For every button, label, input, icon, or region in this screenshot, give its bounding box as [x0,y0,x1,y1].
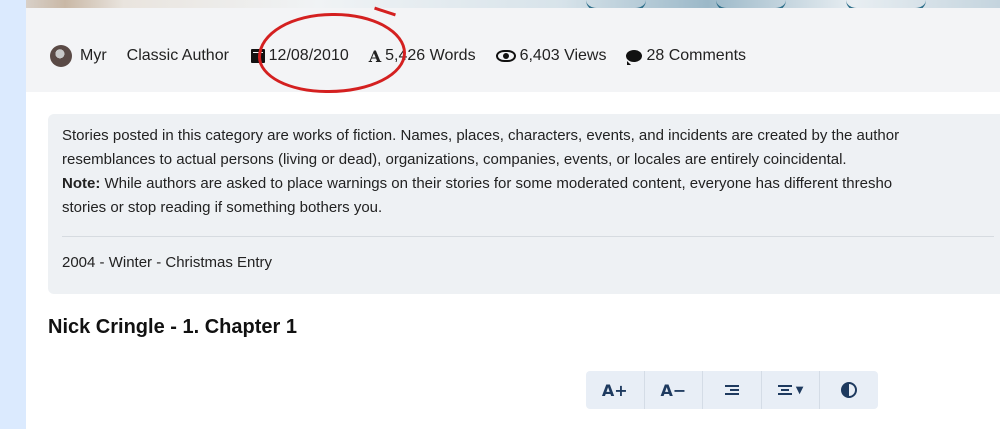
story-date: 12/08/2010 [250,47,349,65]
font-icon: A [368,46,382,66]
chevron-down-icon: ▼ [795,384,804,396]
notice-line: resemblances to actual persons (living o… [62,151,847,168]
comment-icon [626,50,643,65]
page: Myr Classic Author 12/08/2010 A 5,426 Wo… [26,0,1000,429]
banner-image [26,0,1000,11]
eye-icon [495,50,516,62]
story-meta-bar: Myr Classic Author 12/08/2010 A 5,426 Wo… [26,8,1000,92]
contrast-toggle-button[interactable] [820,371,878,409]
fiction-notice: Stories posted in this category are work… [48,114,1000,294]
chapter-title: Nick Cringle - 1. Chapter 1 [48,316,297,338]
word-count: A 5,426 Words [369,47,476,66]
notice-line: Stories posted in this category are work… [62,127,900,144]
note-text: While authors are asked to place warning… [100,175,893,192]
view-count: 6,403 Views [495,47,607,65]
width-dropdown-button[interactable]: ▼ [762,371,821,409]
comments-link[interactable]: 28 Comments [626,47,746,65]
entry-tag[interactable]: 2004 - Winter - Christmas Entry [62,251,994,275]
date-text: 12/08/2010 [268,47,349,64]
contrast-icon [841,382,858,398]
width-icon [777,383,792,397]
category-link[interactable]: Classic Author [127,47,231,65]
reader-toolbar: A+ A− ▼ [586,371,878,409]
story-meta-row: Myr Classic Author 12/08/2010 A 5,426 Wo… [50,44,746,68]
indent-button[interactable] [703,371,762,409]
notice-line: Note: While authors are asked to place w… [62,172,994,196]
divider [62,236,994,237]
increase-font-button[interactable]: A+ [586,371,645,409]
calendar-icon [250,49,265,63]
indent-icon [724,383,739,397]
decrease-font-button[interactable]: A− [645,371,704,409]
words-text: 5,426 Words [385,47,476,64]
avatar [50,45,72,67]
author-link[interactable]: Myr [50,45,107,67]
author-name: Myr [80,47,107,64]
views-text: 6,403 Views [519,47,607,64]
notice-line: stories or stop reading if something bot… [62,199,383,216]
note-label: Note: [62,175,101,192]
comments-text: 28 Comments [646,47,747,64]
